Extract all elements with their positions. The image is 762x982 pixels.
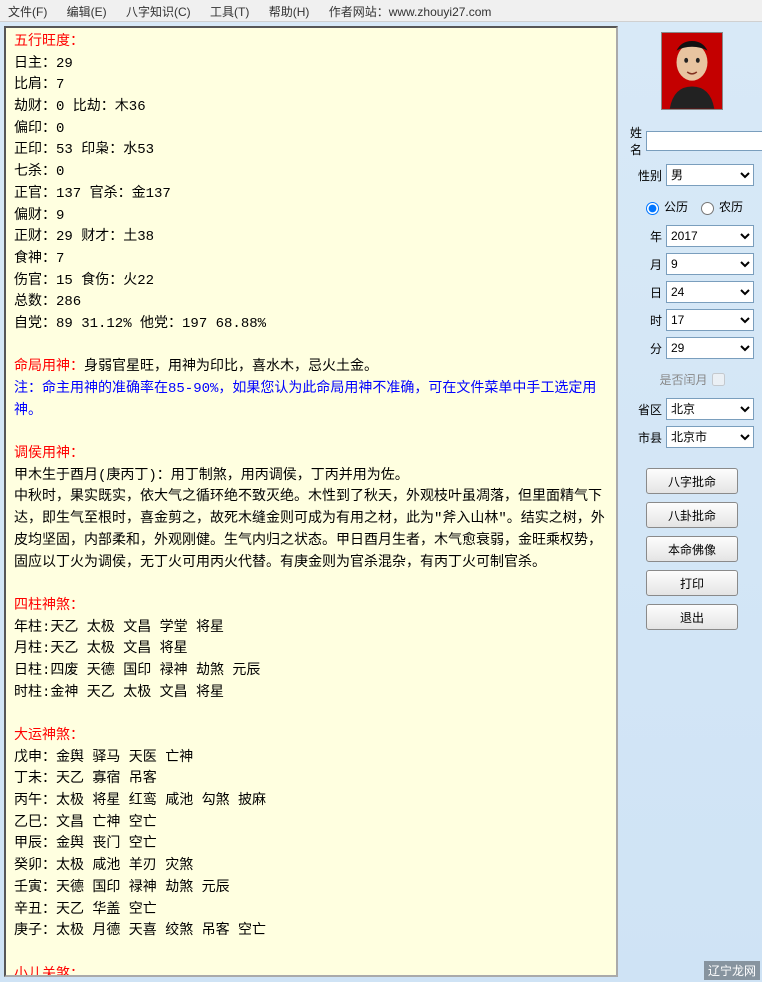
line-pianyin: 偏印：0 — [14, 119, 608, 141]
mingju-label: 命局用神： — [14, 359, 84, 375]
line-note: 注：命主用神的准确率在85-90%，如果您认为此命局用神不准确，可在文件菜单中手… — [14, 379, 608, 422]
month-select[interactable]: 9 — [666, 253, 754, 275]
sizhu-line: 日柱:四废 天德 国印 禄神 劫煞 元辰 — [14, 661, 608, 683]
sizhu-line: 年柱:天乙 太极 文昌 学堂 将星 — [14, 618, 608, 640]
menubar: 文件(F) 编辑(E) 八字知识(C) 工具(T) 帮助(H) 作者网站：www… — [0, 0, 762, 22]
minute-select[interactable]: 29 — [666, 337, 754, 359]
line-mingju: 命局用神：身弱官星旺，用神为印比，喜水木，忌火土金。 — [14, 357, 608, 379]
line-qisha: 七杀：0 — [14, 162, 608, 184]
menu-edit[interactable]: 编辑(E) — [67, 5, 107, 19]
menu-file[interactable]: 文件(F) — [8, 5, 47, 19]
watermark: 辽宁龙网 — [704, 961, 760, 980]
menu-bazi[interactable]: 八字知识(C) — [126, 5, 191, 19]
radio-solar[interactable]: 公历 — [641, 198, 688, 215]
name-label: 姓名 — [630, 124, 642, 158]
leap-checkbox — [712, 373, 725, 386]
line-zidang: 自党：89 31.12% 他党：197 68.88% — [14, 314, 608, 336]
line-zhengcai: 正财：29 财才：土38 — [14, 227, 608, 249]
line-piancai: 偏财：9 — [14, 206, 608, 228]
province-select[interactable]: 北京 — [666, 398, 754, 420]
city-label: 市县 — [630, 429, 662, 446]
line-zhengguan: 正官：137 官杀：金137 — [14, 184, 608, 206]
avatar — [661, 32, 723, 110]
btn-print[interactable]: 打印 — [646, 570, 738, 596]
dayun-line: 丁未：天乙 寡宿 吊客 — [14, 769, 608, 791]
sizhu-line: 时柱:金神 天乙 太极 文昌 将星 — [14, 683, 608, 705]
line-bijian: 比肩：7 — [14, 75, 608, 97]
line-jiecai: 劫财：0 比劫：木36 — [14, 97, 608, 119]
dayun-line: 庚子：太极 月德 天喜 绞煞 吊客 空亡 — [14, 921, 608, 943]
section-xiaoer-title: 小儿关煞： — [14, 965, 608, 977]
sizhu-line: 月柱:天乙 太极 文昌 将星 — [14, 639, 608, 661]
main-text-pane[interactable]: 五行旺度： 日主：29 比肩：7 劫财：0 比劫：木36 偏印：0 正印：53 … — [4, 26, 618, 977]
dayun-line: 戊申：金舆 驿马 天医 亡神 — [14, 748, 608, 770]
btn-foxiang[interactable]: 本命佛像 — [646, 536, 738, 562]
btn-bazi[interactable]: 八字批命 — [646, 468, 738, 494]
province-label: 省区 — [630, 401, 662, 418]
gender-select[interactable]: 男 — [666, 164, 754, 186]
dayun-line: 乙巳：文昌 亡神 空亡 — [14, 813, 608, 835]
year-label: 年 — [630, 228, 662, 245]
month-label: 月 — [630, 256, 662, 273]
dayun-line: 辛丑：天乙 华盖 空亡 — [14, 900, 608, 922]
dayun-line: 壬寅：天德 国印 禄神 劫煞 元辰 — [14, 878, 608, 900]
line-rizhu: 日主：29 — [14, 54, 608, 76]
mingju-text: 身弱官星旺，用神为印比，喜水木，忌火土金。 — [84, 359, 378, 375]
leap-label: 是否闰月 — [659, 371, 707, 388]
year-select[interactable]: 2017 — [666, 225, 754, 247]
line-zongshu: 总数：286 — [14, 292, 608, 314]
btn-exit[interactable]: 退出 — [646, 604, 738, 630]
dayun-line: 甲辰：金舆 丧门 空亡 — [14, 834, 608, 856]
line-zhengyin: 正印：53 印枭：水53 — [14, 140, 608, 162]
tiaohou-body: 甲木生于酉月(庚丙丁)：用丁制煞，用丙调侯，丁丙并用为佐。 中秋时，果实既实，依… — [14, 466, 608, 574]
section-dayun-title: 大运神煞： — [14, 726, 608, 748]
line-shishen: 食神：7 — [14, 249, 608, 271]
hour-label: 时 — [630, 312, 662, 329]
menu-help[interactable]: 帮助(H) — [269, 5, 310, 19]
hour-select[interactable]: 17 — [666, 309, 754, 331]
menu-tools[interactable]: 工具(T) — [210, 5, 249, 19]
gender-label: 性别 — [630, 167, 662, 184]
minute-label: 分 — [630, 340, 662, 357]
btn-bagua[interactable]: 八卦批命 — [646, 502, 738, 528]
line-shangguan: 伤官：15 食伤：火22 — [14, 271, 608, 293]
menu-author[interactable]: 作者网站：www.zhouyi27.com — [329, 5, 492, 19]
section-sizhu-title: 四柱神煞： — [14, 596, 608, 618]
section-wuxing-title: 五行旺度： — [14, 32, 608, 54]
section-tiaohou-title: 调侯用神： — [14, 444, 608, 466]
radio-lunar[interactable]: 农历 — [696, 198, 743, 215]
dayun-line: 癸卯：太极 咸池 羊刃 灾煞 — [14, 856, 608, 878]
city-select[interactable]: 北京市 — [666, 426, 754, 448]
dayun-line: 丙午：太极 将星 红鸾 咸池 勾煞 披麻 — [14, 791, 608, 813]
day-label: 日 — [630, 284, 662, 301]
name-input[interactable] — [646, 131, 762, 151]
sidebar: 姓名 性别 男 公历 农历 年 2017 月 9 日 24 时 17 分 29 — [622, 22, 762, 981]
day-select[interactable]: 24 — [666, 281, 754, 303]
